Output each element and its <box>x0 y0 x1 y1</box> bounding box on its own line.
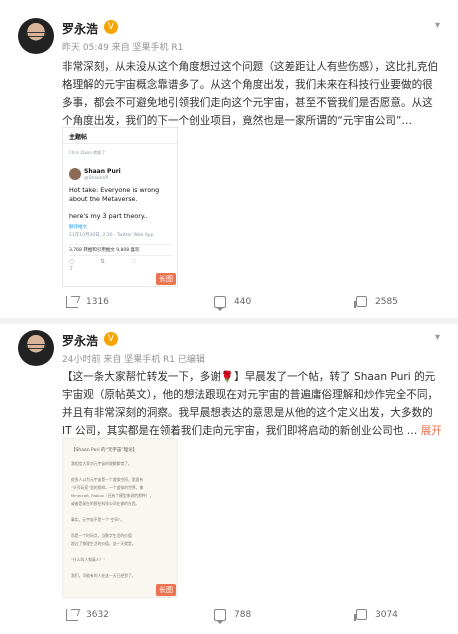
comment-count: 440 <box>234 297 252 307</box>
repost-icon <box>66 609 78 621</box>
post-meta: 24小时前 来自 坚果手机 R1 已编辑 <box>62 352 205 365</box>
post-time[interactable]: 24小时前 <box>62 355 100 365</box>
like-icon <box>354 296 367 308</box>
embed-line: Minecraft, Roblox（还有个模型来说的那种）， <box>71 493 154 498</box>
comment-count: 788 <box>234 610 252 620</box>
comment-button[interactable]: 788 <box>214 609 252 624</box>
like-icon <box>354 609 367 621</box>
tweet-text: Hot take: Everyone is wrong about the Me… <box>69 186 160 203</box>
repost-count: 3632 <box>86 610 109 620</box>
weibo-post: 罗永浩 V 24小时前 来自 坚果手机 R1 已编辑 ▾ 【这一条大家帮忙转发一… <box>0 318 458 634</box>
repost-count: 1316 <box>86 297 109 307</box>
repost-icon <box>66 296 78 308</box>
embed-line: 很多人以为元宇宙是一个虚拟空间，里面有 <box>71 477 144 482</box>
chevron-down-icon[interactable]: ▾ <box>435 332 440 343</box>
translate-link: 翻译推文 <box>69 225 87 230</box>
post-time[interactable]: 昨天 05:49 <box>62 43 109 53</box>
like-count: 2585 <box>375 296 398 307</box>
embed-line: 超过了物理生活的价值，这一天就是。 <box>71 541 136 546</box>
retweeted-by: Chris Dixon 转推了 <box>69 150 106 155</box>
author-avatar[interactable] <box>18 18 54 54</box>
like-button[interactable]: 3074 <box>354 609 398 621</box>
weibo-post: 罗永浩 V 昨天 05:49 来自 坚果手机 R1 ▾ 非常深刻，从未没从这个角… <box>0 0 458 318</box>
verified-badge-icon: V <box>104 20 118 34</box>
comment-icon <box>214 296 226 311</box>
author-avatar[interactable] <box>18 330 54 366</box>
embed-line: 而是一个时间点，当数字生活的价值 <box>71 533 132 538</box>
like-count: 3074 <box>375 609 398 620</box>
tweet-actions: ○ ⇅ ♡ ⇪ <box>69 258 149 272</box>
tweet-avatar <box>69 168 81 180</box>
author-name[interactable]: 罗永浩 <box>62 332 98 349</box>
tweet-author: Shaan Puri <box>84 168 121 175</box>
repost-button[interactable]: 1316 <box>66 296 109 308</box>
embed-title: 【Shaan Puri 的“元宇宙”理论】 <box>71 448 138 453</box>
long-image-badge: 长图 <box>156 584 176 596</box>
verified-badge-icon: V <box>104 332 118 346</box>
embed-line: “什么叫人和真人？” <box>71 557 106 562</box>
tweet-handle: @ShaanVP <box>84 176 109 181</box>
embed-line: 事实，元宇宙不是一个“空间”。 <box>71 517 125 522</box>
tweet-meta: 21年10月30日, 2:26 · Twitter Web App <box>69 233 154 238</box>
post-text: 【这一条大家帮忙转发一下，多谢🌹】早晨发了一个帖，转了 Shaan Puri 的… <box>62 368 442 440</box>
post-actions: 1316 440 2585 <box>62 296 442 314</box>
comment-button[interactable]: 440 <box>214 296 252 311</box>
repost-button[interactable]: 3632 <box>66 609 109 621</box>
post-text-body: 【这一条大家帮忙转发一下，多谢🌹】早晨发了一个帖，转了 Shaan Puri 的… <box>62 371 439 437</box>
tweet-text-2: here's my 3 part theory.. <box>69 212 148 220</box>
embed-header: 主题帖 <box>63 128 177 144</box>
author-name[interactable]: 罗永浩 <box>62 20 98 37</box>
long-image-badge: 长图 <box>156 273 176 285</box>
post-text: 非常深刻，从未没从这个角度想过这个问题（这差距让人有些伤感），这比扎克伯格理解的… <box>62 61 439 127</box>
expand-link[interactable]: 展开 <box>421 425 442 437</box>
embed-line: “头号玩家”里的那样。一个虚拟的世界，像 <box>71 485 144 490</box>
embed-line: 我相信大家对元宇宙的理解都错了。 <box>71 461 132 466</box>
like-button[interactable]: 2585 <box>354 296 398 308</box>
post-actions: 3632 788 3074 <box>62 609 442 627</box>
post-meta: 昨天 05:49 来自 坚果手机 R1 <box>62 40 183 53</box>
tweet-stats: 3,768 转推和引用推文 9,808 喜欢 <box>69 244 173 256</box>
long-image-attachment[interactable]: 【Shaan Puri 的“元宇宙”理论】 我相信大家对元宇宙的理解都错了。 很… <box>62 438 178 598</box>
post-source: 来自 坚果手机 R1 <box>111 43 184 53</box>
chevron-down-icon[interactable]: ▾ <box>435 20 440 31</box>
post-source: 来自 坚果手机 R1 已编辑 <box>103 355 205 365</box>
embed-line: 我们，可能有的人在这一天已经到了。 <box>71 573 136 578</box>
embed-line: 或者是现在的那些科技公司在做的东西。 <box>71 501 140 506</box>
comment-icon <box>214 609 226 624</box>
long-image-attachment[interactable]: 主题帖 Chris Dixon 转推了 Shaan Puri @ShaanVP … <box>62 127 178 287</box>
